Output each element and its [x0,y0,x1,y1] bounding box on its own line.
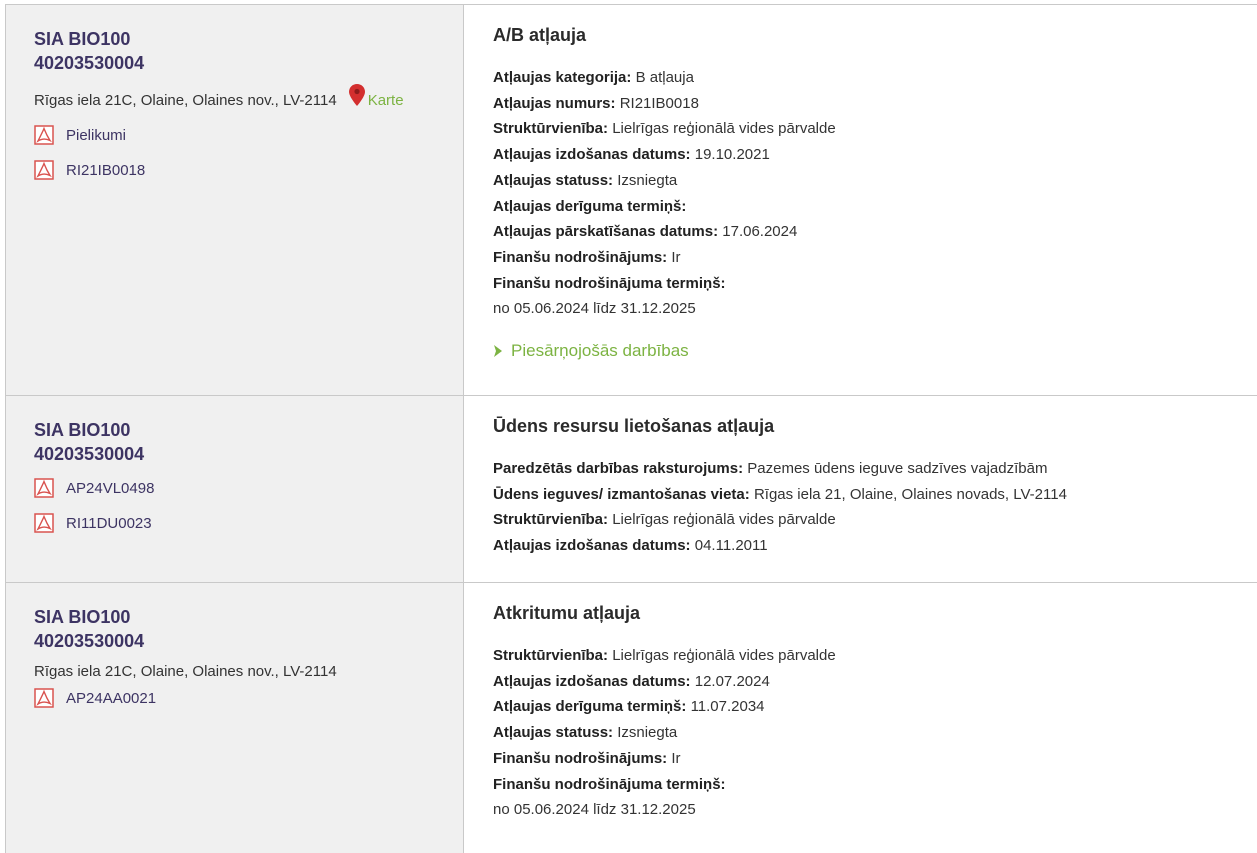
permit-field: Atļaujas statuss: Izsniegta [493,720,1257,746]
address-line: Rīgas iela 21C, Olaine, Olaines nov., LV… [34,663,463,680]
field-value: Lielrīgas reģionālā vides pārvalde [612,120,836,138]
document-link[interactable]: RI11DU0023 [34,513,463,533]
company-code[interactable]: 40203530004 [34,442,463,466]
permit-field: Finanšu nodrošinājuma termiņš: [493,271,1257,297]
permit-title: Atkritumu atļauja [493,603,641,623]
document-link[interactable]: AP24AA0021 [34,688,463,708]
field-value: Izsniegta [617,171,678,189]
pdf-icon [34,513,54,533]
field-label: Struktūrvienība: [493,120,609,138]
field-label: Struktūrvienība: [493,511,609,529]
document-link[interactable]: RI21IB0018 [34,160,463,180]
field-label: Finanšu nodrošinājums: [493,749,668,767]
permits-table: SIA BIO100 40203530004 Rīgas iela 21C, O… [5,4,1257,853]
document-label: RI21IB0018 [66,161,146,179]
field-value: 17.06.2024 [722,223,798,241]
permit-title: Ūdens resursu lietošanas atļauja [493,416,775,436]
field-label: Atļaujas derīguma termiņš: [493,698,687,716]
field-label: Atļaujas izdošanas datums: [493,537,691,555]
permit-field: Atļaujas izdošanas datums: 12.07.2024 [493,669,1257,695]
pdf-icon [34,125,54,145]
field-value: 19.10.2021 [694,146,770,164]
permit-details: Atkritumu atļauja Struktūrvienība: Lielr… [464,583,1257,853]
permit-field: Atļaujas kategorija: B atļauja [493,65,1257,91]
field-label: Paredzētās darbības raksturojums: [493,460,744,477]
permit-row: SIA BIO100 40203530004 Rīgas iela 21C, O… [6,5,1257,396]
finance-period: no 05.06.2024 līdz 31.12.2025 [493,300,696,318]
document-link[interactable]: AP24VL0498 [34,478,463,498]
field-label: Atļaujas statuss: [493,724,614,742]
permit-field: Atļaujas statuss: Izsniegta [493,168,1257,194]
permit-field: Paredzētās darbības raksturojums: Pazeme… [493,456,1257,482]
permit-field: Atļaujas pārskatīšanas datums: 17.06.202… [493,219,1257,245]
permit-field: Atļaujas derīguma termiņš: [493,194,1257,220]
document-link[interactable]: Pielikumi [34,125,463,145]
company-cell: SIA BIO100 40203530004 AP24VL0498 RI11DU… [6,396,464,582]
permit-field: Atļaujas izdošanas datums: 19.10.2021 [493,142,1257,168]
company-name[interactable]: SIA BIO100 [34,605,463,629]
permit-details: A/B atļauja Atļaujas kategorija: B atļau… [464,5,1257,395]
permit-field: Struktūrvienība: Lielrīgas reģionālā vid… [493,643,1257,669]
field-label: Finanšu nodrošinājums: [493,248,668,266]
permit-field: Finanšu nodrošinājuma termiņš: [493,772,1257,798]
company-cell: SIA BIO100 40203530004 Rīgas iela 21C, O… [6,583,464,853]
permit-field: Struktūrvienība: Lielrīgas reģionālā vid… [493,116,1257,142]
field-value: Rīgas iela 21, Olaine, Olaines novads, L… [753,485,1067,503]
field-value: Ir [671,248,681,266]
pdf-icon [34,478,54,498]
field-label: Finanšu nodrošinājuma termiņš: [493,775,726,793]
document-label: RI11DU0023 [66,514,152,532]
field-label: Struktūrvienība: [493,647,609,664]
field-value: Pazemes ūdens ieguve sadzīves vajadzībām [747,460,1048,477]
permit-field: Finanšu nodrošinājums: Ir [493,245,1257,271]
field-label: Atļaujas kategorija: [493,69,632,86]
address-line: Rīgas iela 21C, Olaine, Olaines nov., LV… [34,84,463,111]
pdf-icon [34,688,54,708]
field-label: Ūdens ieguves/ izmantošanas vieta: [493,485,750,503]
address-text: Rīgas iela 21C, Olaine, Olaines nov., LV… [34,663,337,680]
field-value: RI21IB0018 [619,94,699,112]
permit-field: Struktūrvienība: Lielrīgas reģionālā vid… [493,507,1257,533]
field-value: 11.07.2034 [690,698,765,716]
field-value: Lielrīgas reģionālā vides pārvalde [612,511,836,529]
field-label: Atļaujas izdošanas datums: [493,672,691,690]
field-label: Finanšu nodrošinājuma termiņš: [493,274,726,292]
field-label: Atļaujas derīguma termiņš: [493,197,687,215]
expander-label: Piesārņojošās darbības [511,341,689,361]
field-label: Atļaujas numurs: [493,94,616,112]
permit-field: Atļaujas izdošanas datums: 04.11.2011 [493,533,1257,559]
polluting-activities-toggle[interactable]: Piesārņojošās darbības [493,341,1257,361]
field-label: Atļaujas statuss: [493,171,614,189]
chevron-right-icon [494,345,502,358]
company-code[interactable]: 40203530004 [34,51,463,75]
address-text: Rīgas iela 21C, Olaine, Olaines nov., LV… [34,91,337,109]
field-value: 04.11.2011 [694,537,768,555]
permit-row: SIA BIO100 40203530004 Rīgas iela 21C, O… [6,583,1257,853]
map-link[interactable]: Karte [368,92,404,109]
field-label: Atļaujas pārskatīšanas datums: [493,223,719,241]
company-cell: SIA BIO100 40203530004 Rīgas iela 21C, O… [6,5,464,395]
company-name[interactable]: SIA BIO100 [34,418,463,442]
permit-field: Atļaujas derīguma termiņš: 11.07.2034 [493,694,1257,720]
permit-details: Ūdens resursu lietošanas atļauja Paredzē… [464,396,1257,582]
permit-row: SIA BIO100 40203530004 AP24VL0498 RI11DU… [6,396,1257,583]
field-value: Izsniegta [617,724,678,742]
field-value: B atļauja [635,69,694,86]
pdf-icon [34,160,54,180]
company-name[interactable]: SIA BIO100 [34,27,463,51]
permit-title: A/B atļauja [493,25,587,45]
finance-period: no 05.06.2024 līdz 31.12.2025 [493,801,696,819]
field-value: 12.07.2024 [694,672,770,690]
company-code[interactable]: 40203530004 [34,629,463,653]
permit-field: Atļaujas numurs: RI21IB0018 [493,91,1257,117]
permit-field: Ūdens ieguves/ izmantošanas vieta: Rīgas… [493,482,1257,508]
document-label: Pielikumi [66,126,127,144]
map-pin-icon[interactable] [348,84,365,106]
field-label: Atļaujas izdošanas datums: [493,146,691,164]
document-label: AP24VL0498 [66,479,155,497]
field-value: Lielrīgas reģionālā vides pārvalde [612,647,836,664]
document-label: AP24AA0021 [66,689,157,707]
field-value: Ir [671,749,681,767]
permit-field: Finanšu nodrošinājums: Ir [493,746,1257,772]
